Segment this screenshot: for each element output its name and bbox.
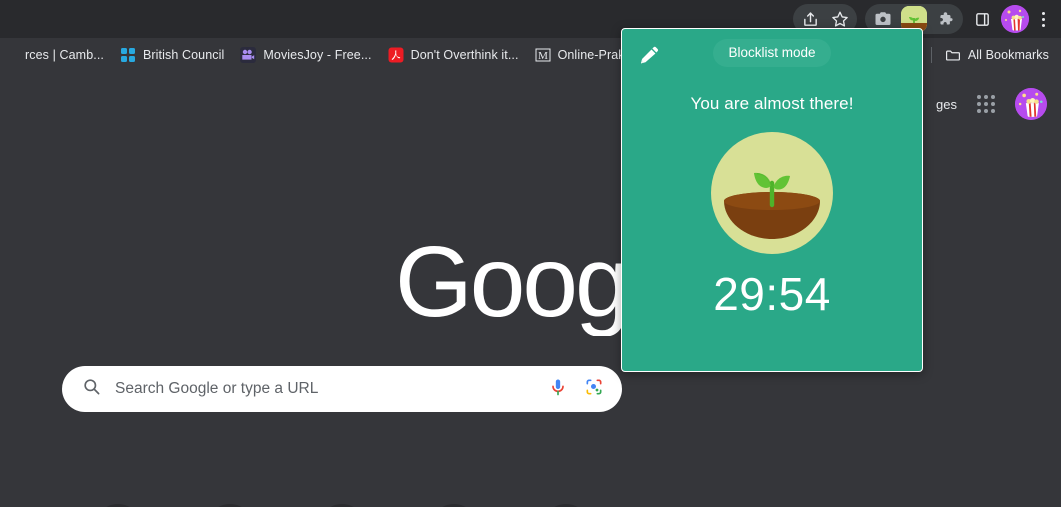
british-council-dots-icon: [120, 47, 136, 63]
bookmark-item-dont-overthink[interactable]: Don't Overthink it...: [380, 43, 527, 67]
google-lens-icon[interactable]: [584, 377, 604, 402]
all-bookmarks-label[interactable]: All Bookmarks: [968, 48, 1049, 62]
seedling-icon: [711, 132, 833, 254]
side-panel-icon: [975, 12, 989, 26]
all-bookmarks-area: All Bookmarks: [930, 47, 1061, 63]
folder-icon: [945, 47, 961, 63]
extensions-puzzle-button[interactable]: [930, 4, 960, 34]
bookmark-item-moviesjoy[interactable]: MoviesJoy - Free...: [232, 43, 379, 67]
countdown-timer: 29:54: [713, 268, 831, 320]
google-apps-grid-icon[interactable]: [971, 89, 1001, 119]
chrome-menu-button[interactable]: [1031, 6, 1055, 32]
generic-page-icon: [2, 47, 18, 63]
search-icon: [82, 377, 101, 401]
bookmark-label: rces | Camb...: [25, 48, 104, 62]
popup-headline: You are almost there!: [690, 94, 854, 113]
search-input-placeholder[interactable]: Search Google or type a URL: [115, 380, 548, 398]
avatar-popcorn-icon: [1015, 88, 1047, 120]
puzzle-piece-icon: [940, 12, 953, 25]
medium-m-icon: M: [535, 47, 551, 63]
kebab-dot: [1041, 17, 1045, 21]
bookmark-item-cambridge[interactable]: rces | Camb...: [0, 43, 112, 67]
side-panel-button[interactable]: [967, 4, 997, 34]
svg-text:M: M: [538, 50, 548, 62]
bookmarks-separator: [930, 47, 932, 63]
movie-camera-icon: [240, 47, 257, 63]
extension-popup: Blocklist mode You are almost there! 29:…: [621, 28, 923, 372]
search-box[interactable]: Search Google or type a URL: [62, 366, 622, 412]
search-actions: [548, 377, 604, 402]
microphone-icon[interactable]: [548, 377, 568, 402]
profile-avatar-button[interactable]: [1001, 5, 1029, 33]
blocklist-mode-pill[interactable]: Blocklist mode: [713, 39, 831, 67]
avatar-popcorn-icon: [1001, 5, 1029, 33]
camera-icon: [875, 12, 891, 25]
pencil-icon[interactable]: [638, 43, 660, 65]
kebab-dot: [1041, 23, 1045, 27]
kebab-dot: [1041, 11, 1045, 15]
bookmark-item-british-council[interactable]: British Council: [112, 43, 232, 67]
plant-illustration: [622, 131, 922, 255]
bookmark-label: British Council: [142, 48, 225, 62]
share-icon: [803, 11, 817, 26]
popup-header: Blocklist mode: [622, 29, 922, 77]
bookmark-label: MoviesJoy - Free...: [263, 48, 372, 62]
ntp-account-avatar[interactable]: [1015, 88, 1047, 120]
ntp-link-images[interactable]: ges: [936, 97, 957, 112]
star-icon: [832, 11, 848, 27]
adobe-pdf-icon: [388, 47, 404, 63]
bookmark-label: Don't Overthink it...: [410, 48, 519, 62]
ntp-top-right: ges: [936, 88, 1047, 120]
